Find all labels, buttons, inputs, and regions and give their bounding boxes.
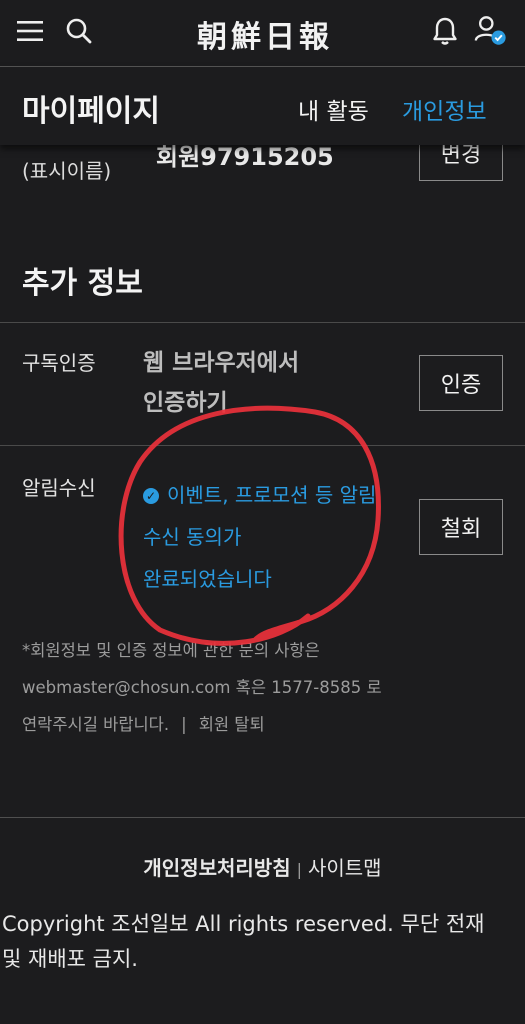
search-icon[interactable] [62,14,96,48]
subscription-auth-line1: 웹 브라우저에서 [143,350,300,376]
authenticate-button[interactable]: 인증 [419,355,503,411]
subscription-auth-label: 구독인증 [22,351,96,375]
nickname-row: (표시이름) 회원97915205 변경 [0,145,525,190]
footer-links: 개인정보처리방침 | 사이트맵 [143,856,382,880]
check-circle-icon: ✓ [143,488,159,504]
privacy-policy-link[interactable]: 개인정보처리방침 [143,856,290,880]
notification-line2: 수신 동의가 [143,525,242,549]
footer-divider [0,817,525,818]
bell-icon[interactable] [428,14,462,48]
info-line2: webmaster@chosun.com 혹은 1577-8585 로 [22,678,382,697]
top-bar: 朝鮮日報 [0,0,525,67]
display-name-label: (표시이름) [22,159,112,183]
user-verified-icon[interactable] [474,14,508,48]
mypage-header: 마이페이지 내 활동 개인정보 [0,67,525,145]
section-title-additional-info: 추가 정보 [22,266,143,301]
change-button[interactable]: 변경 [419,145,503,181]
tab-my-activity[interactable]: 내 활동 [298,92,369,126]
notification-label: 알림수신 [22,476,96,500]
notification-line1: ✓ 이벤트, 프로모션 등 알림 [143,474,413,516]
member-withdraw-link[interactable]: 회원 탈퇴 [199,715,265,734]
notification-status: ✓ 이벤트, 프로모션 등 알림 수신 동의가 완료되었습니다 [143,474,413,600]
menu-icon[interactable] [13,14,47,48]
notification-line3: 완료되었습니다 [143,567,272,591]
withdraw-consent-button[interactable]: 철회 [419,499,503,555]
display-name-value: 회원97915205 [156,145,334,171]
chosun-logo[interactable]: 朝鮮日報 [180,12,350,56]
contact-info: *회원정보 및 인증 정보에 관한 문의 사항은 webmaster@chosu… [22,632,512,743]
info-line3: 연락주시길 바랍니다. | 회원 탈퇴 [22,715,265,734]
page-title: 마이페이지 [22,94,160,129]
info-line1: *회원정보 및 인증 정보에 관한 문의 사항은 [22,641,320,660]
divider [0,322,525,323]
sitemap-link[interactable]: 사이트맵 [308,856,382,880]
copyright: Copyright 조선일보 All rights reserved. 무단 전… [2,912,485,971]
subscription-auth-line2: 인증하기 [143,390,228,416]
tab-personal-info[interactable]: 개인정보 [402,92,487,126]
divider [0,445,525,446]
